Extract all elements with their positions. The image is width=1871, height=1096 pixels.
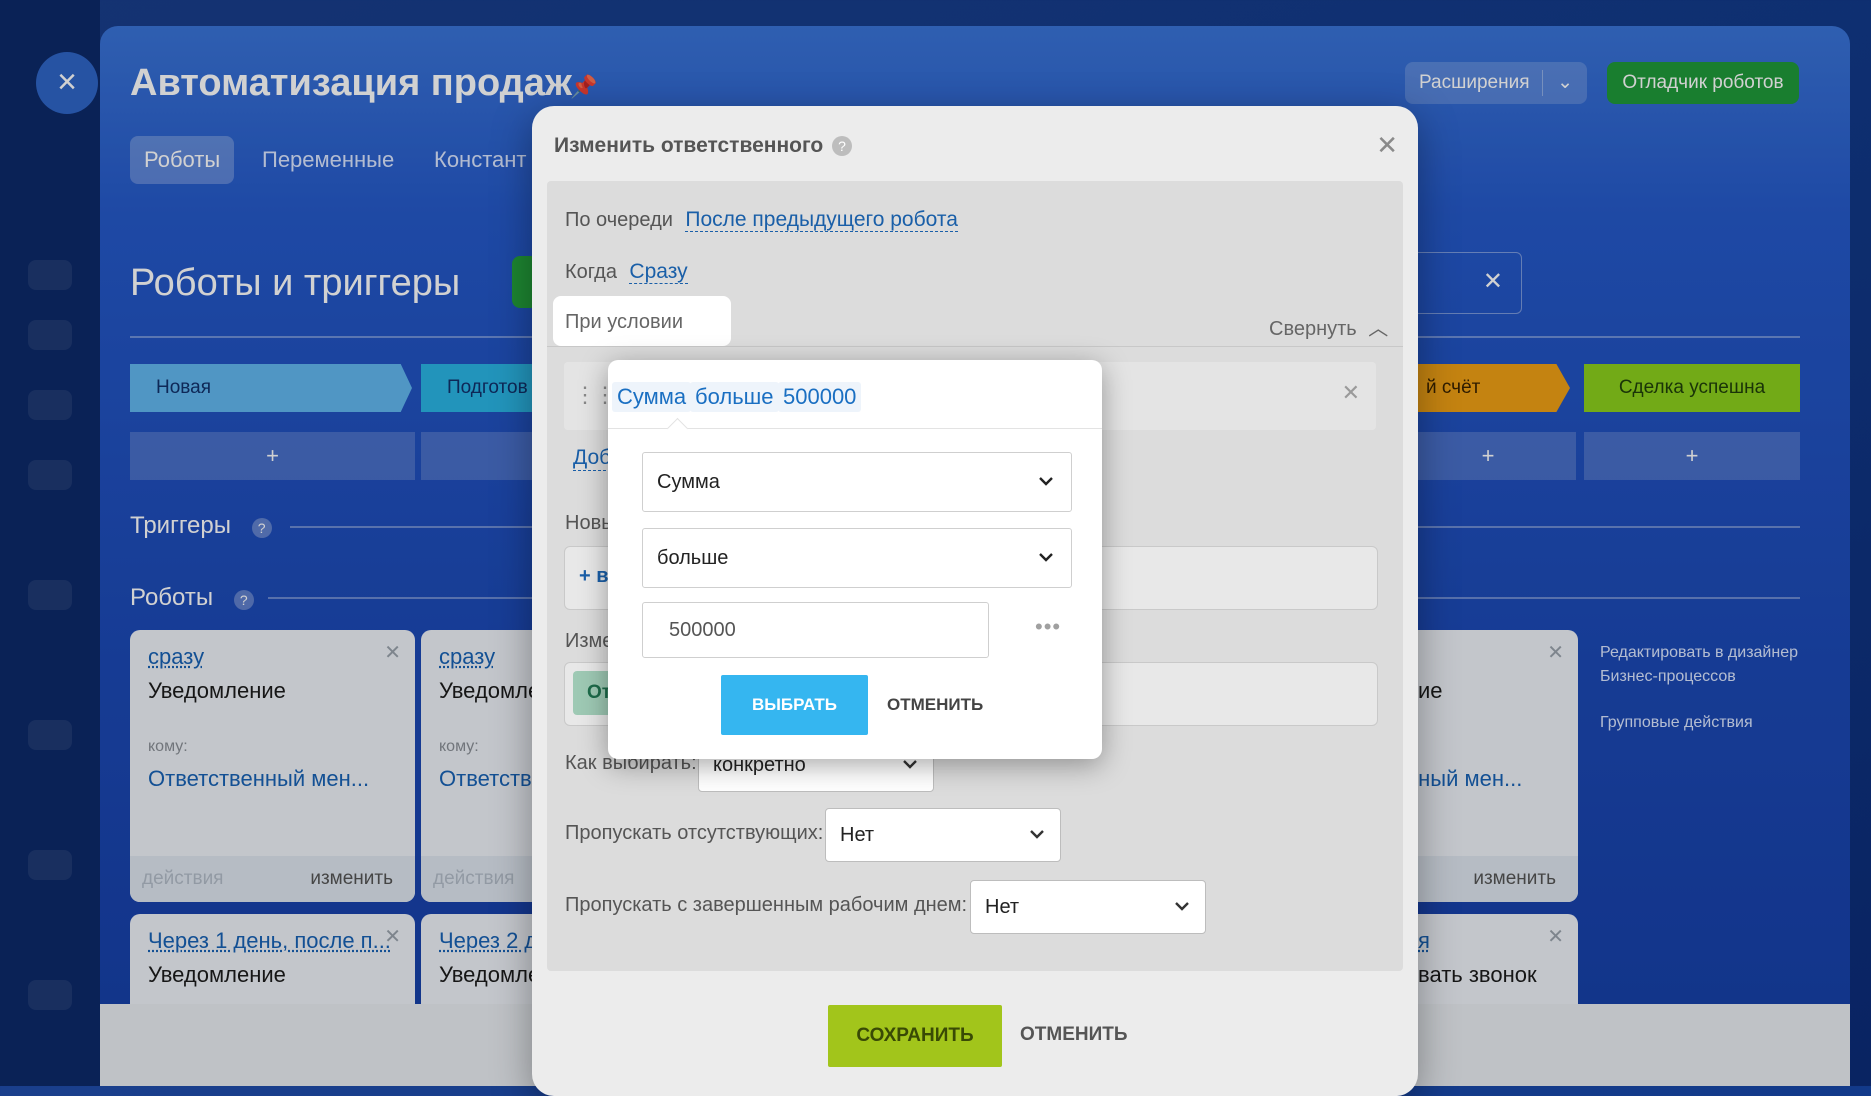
more-options-icon[interactable]: ••• bbox=[1035, 614, 1061, 640]
when-row: Когда Сразу bbox=[565, 260, 688, 284]
order-row: По очереди После предыдущего робота bbox=[565, 208, 958, 232]
order-value-link[interactable]: После предыдущего робота bbox=[685, 208, 958, 232]
field-select[interactable]: Сумма bbox=[642, 452, 1072, 512]
chevron-down-icon bbox=[1037, 467, 1055, 500]
cancel-button[interactable]: ОТМЕНИТЬ bbox=[1020, 1024, 1128, 1046]
when-value-link[interactable]: Сразу bbox=[629, 260, 688, 284]
popup-cancel-button[interactable]: ОТМЕНИТЬ bbox=[887, 695, 983, 715]
value-input[interactable] bbox=[642, 602, 989, 658]
skip-finished-value: Нет bbox=[985, 896, 1020, 918]
save-button[interactable]: СОХРАНИТЬ bbox=[828, 1005, 1002, 1067]
skip-absent-label: Пропускать отсутствующих: bbox=[565, 822, 824, 844]
condition-editor-popup: Сумма больше 500000 Сумма больше ••• ВЫБ… bbox=[608, 360, 1102, 759]
chevron-down-icon bbox=[1028, 821, 1046, 852]
divider bbox=[547, 346, 1403, 347]
skip-finished-select[interactable]: Нет bbox=[970, 880, 1206, 934]
condition-chip[interactable]: При условии bbox=[553, 296, 731, 346]
close-icon[interactable]: ✕ bbox=[1342, 380, 1360, 406]
choose-button[interactable]: ВЫБРАТЬ bbox=[721, 675, 868, 735]
collapse-label: Свернуть bbox=[1269, 318, 1357, 340]
add-button[interactable]: + в bbox=[579, 565, 609, 588]
skip-finished-label: Пропускать с завершенным рабочим днем: bbox=[565, 894, 968, 916]
chevron-down-icon bbox=[1173, 893, 1191, 924]
collapse-toggle[interactable]: Свернуть ︿ bbox=[1269, 312, 1388, 341]
help-icon[interactable]: ? bbox=[832, 136, 852, 156]
condition-label: При условии bbox=[565, 311, 683, 333]
change-label: Изме bbox=[565, 630, 614, 652]
add-condition-link[interactable]: Доб bbox=[573, 446, 612, 471]
chevron-down-icon bbox=[1037, 543, 1055, 576]
skip-absent-select[interactable]: Нет bbox=[825, 808, 1061, 862]
dialog-title: Изменить ответственного bbox=[554, 134, 824, 157]
close-icon[interactable]: ✕ bbox=[1376, 130, 1398, 161]
operator-select[interactable]: больше bbox=[642, 528, 1072, 588]
condition-summary: Сумма больше 500000 bbox=[608, 360, 1102, 429]
operator-select-value: больше bbox=[657, 547, 729, 569]
condition-operator-chip[interactable]: больше bbox=[690, 382, 779, 412]
field-select-value: Сумма bbox=[657, 471, 720, 493]
when-label: Когда bbox=[565, 261, 617, 283]
chevron-up-icon: ︿ bbox=[1368, 318, 1389, 340]
order-label: По очереди bbox=[565, 209, 673, 231]
condition-value-chip[interactable]: 500000 bbox=[778, 382, 862, 412]
skip-absent-value: Нет bbox=[840, 824, 875, 846]
condition-field-chip[interactable]: Сумма bbox=[612, 382, 692, 412]
